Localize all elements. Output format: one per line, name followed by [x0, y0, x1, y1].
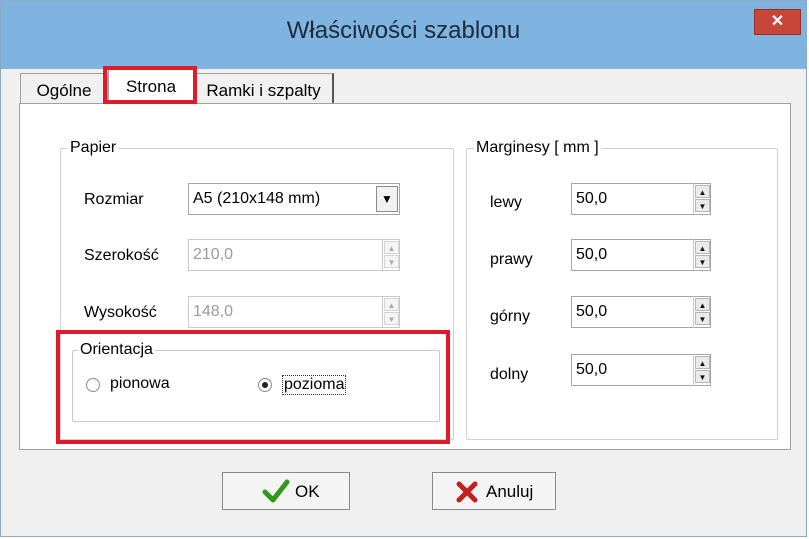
height-field[interactable]: 148,0	[188, 296, 400, 328]
title-bar[interactable]: Właściwości szablonu ✕	[1, 1, 806, 69]
size-select[interactable]: A5 (210x148 mm)	[188, 183, 400, 215]
margin-left-value: 50,0	[576, 190, 608, 207]
checkmark-icon	[262, 479, 290, 503]
size-dropdown-button[interactable]: ▼	[376, 186, 398, 212]
tab-ramki-i-szpalty[interactable]: Ramki i szpalty	[194, 73, 334, 103]
width-spinner[interactable]: ▲ ▼	[382, 239, 400, 271]
close-icon: ✕	[770, 13, 785, 30]
margin-right-spinner[interactable]: ▲ ▼	[693, 239, 711, 271]
width-label: Szerokość	[84, 247, 159, 264]
cancel-button[interactable]: Anuluj	[432, 472, 556, 510]
spin-up-icon[interactable]: ▲	[695, 298, 710, 311]
spin-down-icon[interactable]: ▼	[695, 255, 710, 268]
spin-down-icon[interactable]: ▼	[384, 312, 399, 325]
height-value: 148,0	[193, 303, 234, 320]
tab-label: Ogólne	[36, 81, 92, 100]
spin-up-icon[interactable]: ▲	[384, 298, 399, 311]
ok-button[interactable]: OK	[222, 472, 350, 510]
spin-down-icon[interactable]: ▼	[695, 312, 710, 325]
width-value: 210,0	[193, 246, 234, 263]
margin-left-label: lewy	[490, 194, 523, 211]
margin-right-field[interactable]: 50,0	[571, 239, 711, 271]
chevron-down-icon: ▼	[381, 192, 393, 206]
cancel-button-label: Anuluj	[486, 482, 534, 501]
window-title: Właściwości szablonu	[286, 17, 521, 44]
spin-down-icon[interactable]: ▼	[695, 199, 710, 212]
close-button[interactable]: ✕	[754, 9, 801, 35]
dialog-client: Ogólne Strona Ramki i szpalty Papier Roz…	[9, 66, 798, 530]
spin-down-icon[interactable]: ▼	[695, 370, 710, 383]
margin-bottom-field[interactable]: 50,0	[571, 354, 711, 386]
paper-group-label: Papier	[68, 139, 119, 157]
margin-top-label: górny	[490, 308, 531, 325]
margin-left-field[interactable]: 50,0	[571, 183, 711, 215]
margin-top-field[interactable]: 50,0	[571, 296, 711, 328]
tab-label: Ramki i szpalty	[206, 81, 321, 100]
margins-group-label: Marginesy [ mm ]	[474, 139, 601, 157]
width-field[interactable]: 210,0	[188, 239, 400, 271]
tab-page-strona: Papier Rozmiar A5 (210x148 mm) ▼ Szeroko…	[19, 103, 791, 450]
dialog-window: Właściwości szablonu ✕ Ogólne Strona Ram…	[0, 0, 807, 537]
cross-icon	[456, 481, 478, 503]
size-select-value: A5 (210x148 mm)	[193, 190, 321, 207]
spin-up-icon[interactable]: ▲	[695, 185, 710, 198]
spin-up-icon[interactable]: ▲	[695, 356, 710, 369]
ok-button-label: OK	[295, 482, 320, 501]
margin-top-value: 50,0	[576, 303, 608, 320]
margin-top-spinner[interactable]: ▲ ▼	[693, 296, 711, 328]
height-label: Wysokość	[84, 304, 157, 321]
spin-down-icon[interactable]: ▼	[384, 255, 399, 268]
margin-right-label: prawy	[490, 251, 533, 268]
height-spinner[interactable]: ▲ ▼	[382, 296, 400, 328]
margin-bottom-label: dolny	[490, 366, 529, 383]
margin-bottom-spinner[interactable]: ▲ ▼	[693, 354, 711, 386]
margin-right-value: 50,0	[576, 246, 608, 263]
margin-left-spinner[interactable]: ▲ ▼	[693, 183, 711, 215]
size-label: Rozmiar	[84, 191, 144, 208]
tab-highlight-frame	[103, 66, 197, 104]
spin-up-icon[interactable]: ▲	[384, 241, 399, 254]
tab-ogolne[interactable]: Ogólne	[20, 73, 108, 103]
orientation-highlight-frame	[56, 330, 450, 444]
margin-bottom-value: 50,0	[576, 361, 608, 378]
spin-up-icon[interactable]: ▲	[695, 241, 710, 254]
